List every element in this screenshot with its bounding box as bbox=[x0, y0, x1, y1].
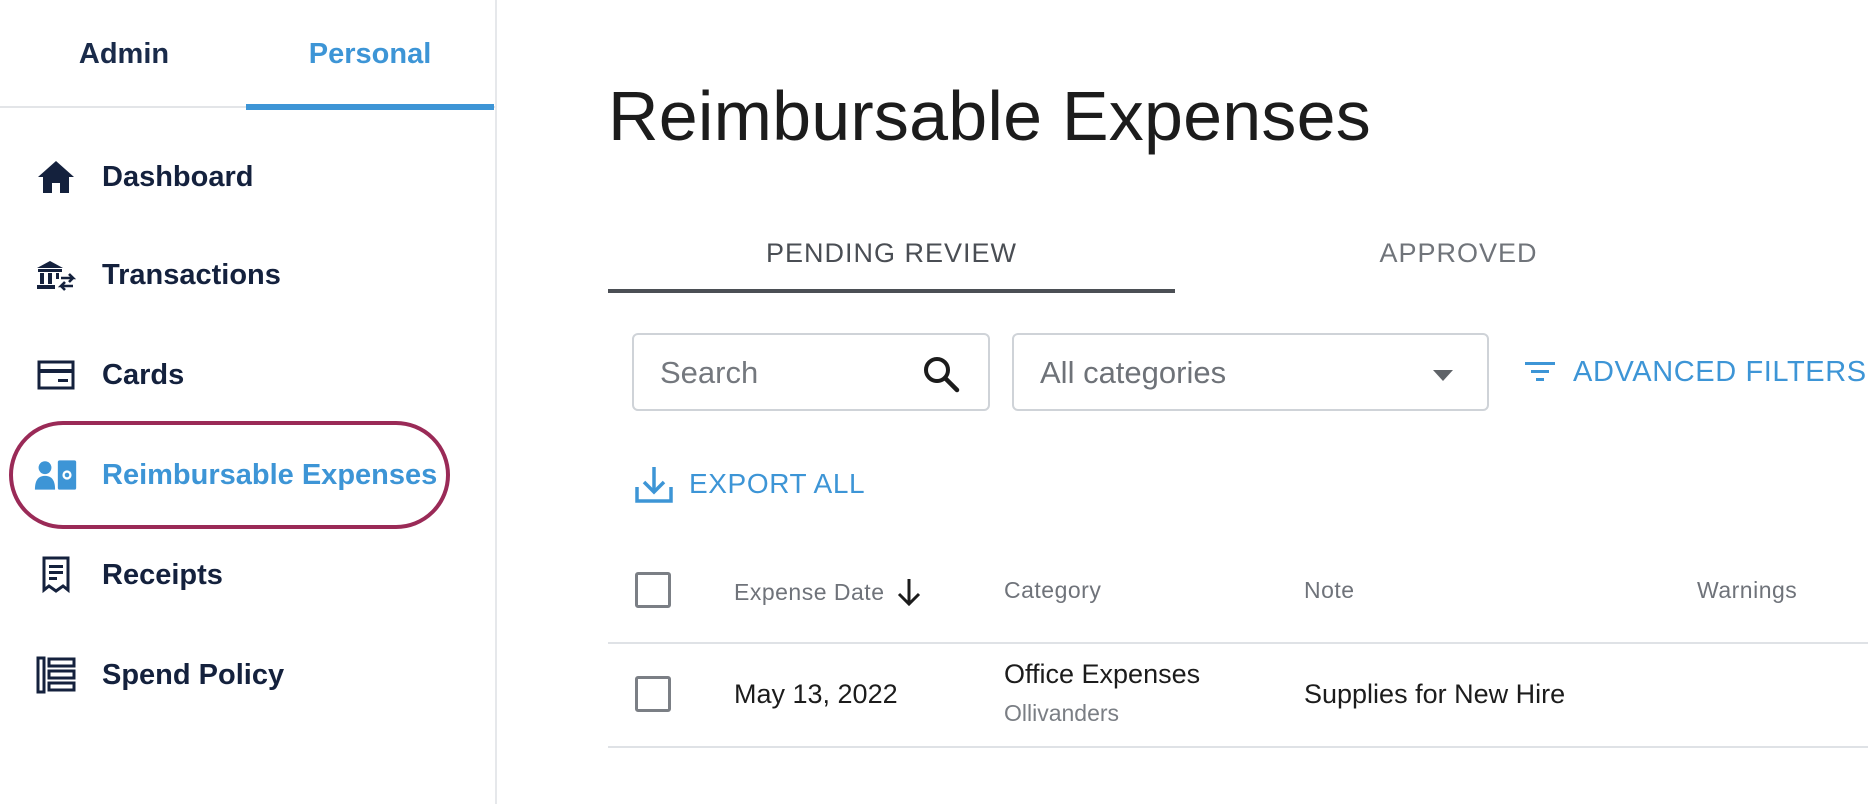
sidebar-item-label: Transactions bbox=[102, 258, 281, 291]
expense-date-cell: May 13, 2022 bbox=[734, 679, 898, 709]
category-select-value: All categories bbox=[1040, 355, 1227, 390]
advanced-filters-label: ADVANCED FILTERS bbox=[1573, 355, 1867, 388]
tab-approved[interactable]: APPROVED bbox=[1175, 215, 1742, 291]
sidebar-item-label: Receipts bbox=[102, 558, 223, 591]
download-icon bbox=[634, 463, 674, 505]
card-icon bbox=[34, 353, 78, 397]
sidebar-item-label: Spend Policy bbox=[102, 658, 285, 691]
sidebar-item-transactions[interactable]: Transactions bbox=[0, 240, 480, 310]
column-header-category: Category bbox=[1004, 577, 1102, 603]
main-content: Reimbursable Expenses PENDING REVIEW APP… bbox=[497, 0, 1868, 804]
export-all-button[interactable]: EXPORT ALL bbox=[634, 461, 865, 507]
chevron-down-icon bbox=[1433, 370, 1453, 381]
sidebar-item-cards[interactable]: Cards bbox=[0, 340, 480, 410]
search-icon[interactable] bbox=[922, 355, 960, 393]
status-tabs: PENDING REVIEW APPROVED bbox=[608, 215, 1868, 293]
column-header-note: Note bbox=[1304, 577, 1355, 603]
search-box bbox=[632, 333, 990, 411]
select-all-checkbox[interactable] bbox=[635, 572, 671, 608]
advanced-filters-button[interactable]: ADVANCED FILTERS bbox=[1523, 350, 1867, 394]
sidebar-item-label: Cards bbox=[102, 358, 185, 391]
user-money-icon bbox=[34, 453, 78, 497]
sidebar-item-spend-policy[interactable]: Spend Policy bbox=[0, 640, 480, 710]
expenses-table: Expense Date Category Note Warnings May … bbox=[608, 548, 1868, 748]
sidebar-item-label: Reimbursable Expenses bbox=[102, 458, 438, 491]
home-icon bbox=[34, 155, 78, 199]
tab-admin[interactable]: Admin bbox=[0, 0, 248, 108]
receipt-icon bbox=[34, 553, 78, 597]
column-header-label: Expense Date bbox=[734, 578, 885, 605]
category-cell: Office Expenses bbox=[1004, 659, 1201, 689]
tab-personal[interactable]: Personal bbox=[246, 0, 494, 110]
sidebar-item-reimbursable-expenses[interactable]: Reimbursable Expenses bbox=[0, 440, 480, 510]
table-row[interactable]: May 13, 2022 Office Expenses Ollivanders… bbox=[608, 644, 1868, 748]
note-cell: Supplies for New Hire bbox=[1304, 679, 1566, 709]
export-all-label: EXPORT ALL bbox=[689, 468, 866, 499]
page-title: Reimbursable Expenses bbox=[608, 77, 1371, 155]
arrow-down-icon bbox=[896, 577, 922, 607]
sidebar-item-dashboard[interactable]: Dashboard bbox=[0, 142, 480, 212]
table-header: Expense Date Category Note Warnings bbox=[608, 548, 1868, 644]
merchant-cell: Ollivanders bbox=[1004, 700, 1120, 726]
policy-list-icon bbox=[34, 653, 78, 697]
row-checkbox[interactable] bbox=[635, 676, 671, 712]
column-header-expense-date[interactable]: Expense Date bbox=[734, 577, 922, 607]
sidebar-item-label: Dashboard bbox=[102, 160, 254, 193]
tab-pending-review[interactable]: PENDING REVIEW bbox=[608, 215, 1175, 293]
mode-tabs: Admin Personal bbox=[0, 0, 495, 110]
column-header-warnings: Warnings bbox=[1697, 577, 1798, 603]
filter-icon bbox=[1523, 355, 1557, 389]
search-input[interactable] bbox=[660, 353, 910, 393]
category-select[interactable]: All categories bbox=[1012, 333, 1489, 411]
bank-transfer-icon bbox=[34, 253, 78, 297]
sidebar-item-receipts[interactable]: Receipts bbox=[0, 540, 480, 610]
sidebar: Admin Personal Dashboard Transactions Ca… bbox=[0, 0, 497, 804]
